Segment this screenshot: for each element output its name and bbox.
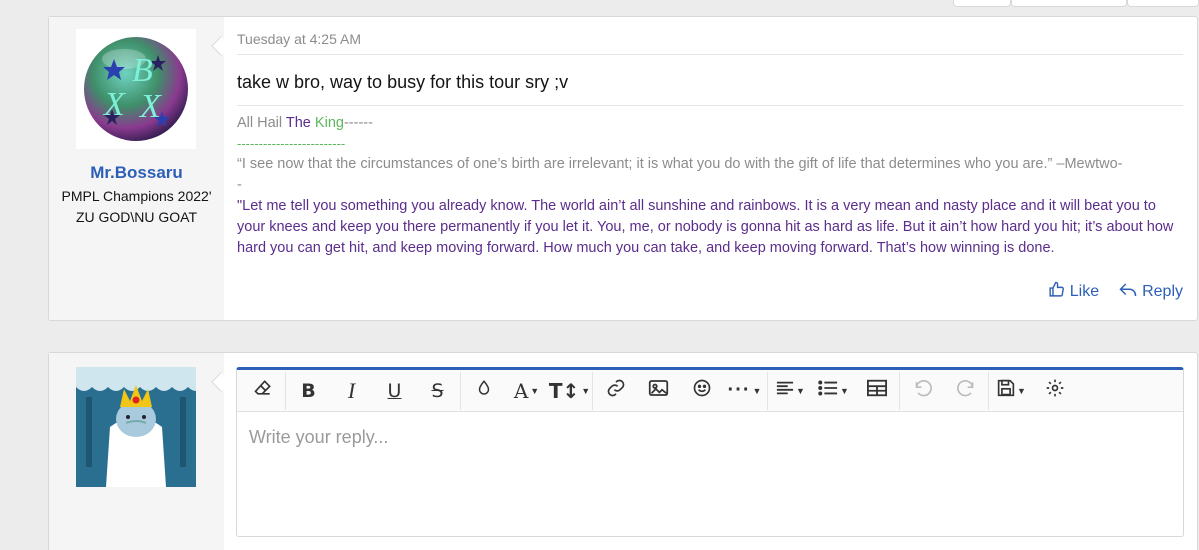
bold-button[interactable]: B bbox=[287, 372, 330, 410]
username[interactable]: Mr.Bossaru bbox=[49, 163, 224, 183]
toolbar-separator bbox=[767, 371, 768, 410]
list-icon bbox=[818, 379, 838, 402]
chevron-down-icon: ▼ bbox=[840, 385, 849, 396]
eraser-icon bbox=[253, 378, 273, 404]
toolbar-separator bbox=[988, 371, 989, 410]
signature: All Hail The King------ ----------------… bbox=[237, 113, 1183, 267]
toolbar-separator bbox=[285, 371, 286, 410]
save-draft-button[interactable]: ▼ bbox=[990, 372, 1033, 410]
like-label: Like bbox=[1069, 283, 1100, 300]
settings-icon bbox=[1045, 378, 1065, 404]
link-icon bbox=[606, 378, 626, 404]
avatar[interactable] bbox=[76, 367, 204, 487]
redo-icon bbox=[956, 379, 976, 403]
user-cell bbox=[49, 353, 224, 550]
text-color-button[interactable] bbox=[462, 372, 505, 410]
undo-icon bbox=[913, 379, 933, 403]
text-color-icon bbox=[475, 378, 493, 404]
save-draft-icon bbox=[997, 379, 1015, 403]
like-button[interactable]: Like bbox=[1048, 281, 1099, 303]
redo-button[interactable] bbox=[944, 372, 987, 410]
undo-button[interactable] bbox=[901, 372, 944, 410]
signature-quote1: “I see now that the circumstances of one… bbox=[237, 156, 1123, 172]
settings-button[interactable] bbox=[1033, 372, 1076, 410]
emoji-button[interactable] bbox=[680, 372, 723, 410]
bold-icon: B bbox=[301, 379, 316, 402]
align-button[interactable]: ▼ bbox=[769, 372, 812, 410]
table-icon bbox=[866, 379, 887, 403]
emoji-icon bbox=[692, 378, 712, 404]
user-cell: B X X Mr.Bossaru PMPL Champions 2022' ZU… bbox=[49, 17, 224, 320]
chevron-down-icon: ▼ bbox=[581, 385, 591, 396]
chevron-down-icon: ▼ bbox=[1017, 385, 1026, 396]
underline-button[interactable]: U bbox=[373, 372, 416, 410]
reply-icon bbox=[1119, 282, 1137, 303]
quick-reply: B I U S A ▼ T↕ ▼ ··· ▼ ▼ ▼ ▼ Write your rep… bbox=[48, 352, 1198, 550]
font-size-icon: T↕ bbox=[548, 378, 580, 403]
post-message: take w bro, way to busy for this tour sr… bbox=[237, 72, 569, 92]
top-tab[interactable] bbox=[1011, 0, 1127, 7]
reply-input[interactable]: Write your reply... bbox=[237, 412, 1183, 463]
signature-hail: All Hail The King------ bbox=[237, 113, 1183, 134]
top-tab[interactable] bbox=[953, 0, 1011, 7]
clear-format-button[interactable] bbox=[241, 372, 284, 410]
post: B X X Mr.Bossaru PMPL Champions 2022' ZU… bbox=[48, 16, 1198, 321]
divider bbox=[237, 105, 1183, 106]
table-button[interactable] bbox=[855, 372, 898, 410]
signature-quote1-tail: - bbox=[237, 177, 242, 193]
italic-icon: I bbox=[347, 377, 356, 403]
reply-button[interactable]: Reply bbox=[1119, 281, 1183, 303]
avatar[interactable]: B X X bbox=[76, 29, 196, 149]
chevron-down-icon: ▼ bbox=[796, 385, 805, 396]
strikethrough-icon: S bbox=[431, 379, 444, 402]
strikethrough-button[interactable]: S bbox=[416, 372, 459, 410]
toolbar-separator bbox=[899, 371, 900, 410]
svg-text:X: X bbox=[102, 86, 126, 123]
list-button[interactable]: ▼ bbox=[812, 372, 855, 410]
post-actions: Like Reply bbox=[1048, 281, 1183, 303]
align-icon bbox=[776, 379, 794, 402]
hail-dashes: ------ bbox=[343, 115, 373, 131]
top-tabs bbox=[953, 0, 1199, 7]
link-button[interactable] bbox=[594, 372, 637, 410]
font-size-button[interactable]: T↕ ▼ bbox=[548, 372, 591, 410]
top-tab[interactable] bbox=[1127, 0, 1199, 7]
toolbar-separator bbox=[460, 371, 461, 410]
more-icon: ··· bbox=[727, 379, 751, 401]
chevron-down-icon: ▼ bbox=[752, 385, 762, 396]
editor-toolbar: B I U S A ▼ T↕ ▼ ··· ▼ ▼ ▼ ▼ bbox=[237, 370, 1183, 412]
font-family-icon: A bbox=[513, 378, 529, 403]
reply-editor: B I U S A ▼ T↕ ▼ ··· ▼ ▼ ▼ ▼ Write your rep… bbox=[236, 367, 1184, 537]
underline-icon: U bbox=[387, 379, 402, 402]
signature-dash-line: ------------------------- bbox=[237, 136, 346, 151]
svg-text:X: X bbox=[138, 88, 162, 125]
reply-label: Reply bbox=[1142, 283, 1183, 300]
italic-button[interactable]: I bbox=[330, 372, 373, 410]
font-family-button[interactable]: A ▼ bbox=[505, 372, 548, 410]
signature-quote2: "Let me tell you something you already k… bbox=[237, 198, 1174, 256]
svg-text:B: B bbox=[132, 52, 153, 89]
user-title: PMPL Champions 2022' ZU GOD\NU GOAT bbox=[61, 188, 212, 225]
post-date[interactable]: Tuesday at 4:25 AM bbox=[237, 31, 361, 47]
toolbar-separator bbox=[592, 371, 593, 410]
like-icon bbox=[1048, 281, 1065, 303]
hail-king: King bbox=[314, 115, 344, 131]
hail-prefix: All Hail bbox=[237, 115, 286, 131]
chevron-down-icon: ▼ bbox=[530, 385, 540, 396]
image-button[interactable] bbox=[637, 372, 680, 410]
more-button[interactable]: ··· ▼ bbox=[723, 372, 766, 410]
divider bbox=[237, 54, 1183, 55]
image-icon bbox=[648, 379, 669, 403]
hail-the: The bbox=[285, 115, 311, 131]
